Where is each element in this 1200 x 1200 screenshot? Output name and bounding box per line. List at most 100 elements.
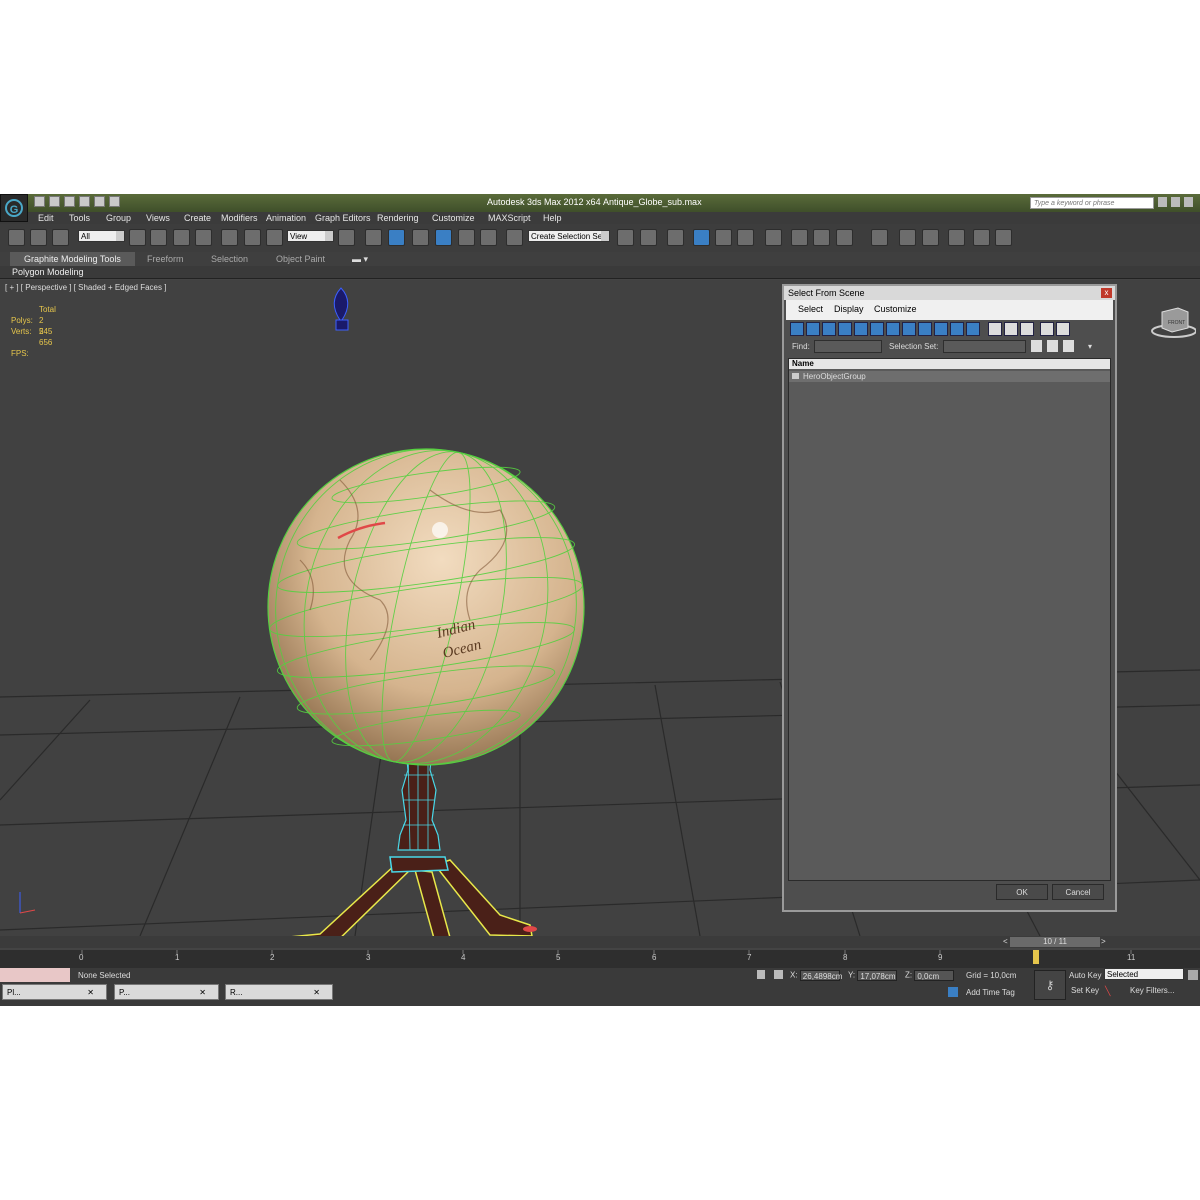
list-item[interactable]: HeroObjectGroup (789, 371, 1110, 382)
render-setup-icon[interactable] (791, 229, 808, 246)
filter-geometry-icon[interactable] (790, 322, 804, 336)
viewport-label[interactable]: [ + ] [ Perspective ] [ Shaded + Edged F… (5, 283, 166, 292)
save-icon[interactable] (64, 196, 75, 207)
key-filters-button[interactable]: Key Filters... (1130, 986, 1174, 995)
rendered-frame-window-icon[interactable] (813, 229, 830, 246)
filter-spacewarps-icon[interactable] (870, 322, 884, 336)
schematic-view-icon[interactable] (737, 229, 754, 246)
toolbar-extra-icon-5[interactable] (973, 229, 990, 246)
rectangular-selection-icon[interactable] (173, 229, 190, 246)
spinner-snap-icon[interactable] (480, 229, 497, 246)
set-key-button[interactable]: Set Key (1071, 986, 1099, 995)
menu-customize[interactable]: Customize (432, 212, 475, 224)
filter-funnel-icon[interactable] (1040, 322, 1054, 336)
dialog-close-button[interactable]: x (1101, 288, 1112, 298)
maxscript-listener[interactable] (0, 968, 70, 982)
absolute-mode-icon[interactable] (774, 970, 783, 979)
auto-key-button[interactable]: Auto Key (1069, 971, 1101, 980)
binoculars-icon[interactable] (1158, 197, 1167, 207)
render-production-icon[interactable] (836, 229, 853, 246)
pivot-center-icon[interactable] (338, 229, 355, 246)
scale-icon[interactable] (266, 229, 283, 246)
keyboard-shortcut-toggle-icon[interactable] (388, 229, 405, 246)
selection-set-dropdown[interactable] (943, 340, 1026, 353)
project-folder-icon[interactable] (109, 196, 120, 207)
mirror-icon[interactable] (617, 229, 634, 246)
help-icon[interactable] (1184, 197, 1193, 207)
ribbon-options-icon[interactable]: ▬ ▾ (352, 254, 368, 265)
filter-hidden-icon[interactable] (966, 322, 980, 336)
track-bar[interactable]: 0 1 2 3 4 5 6 7 8 9 11 (0, 950, 1200, 968)
find-input[interactable] (814, 340, 882, 353)
angle-snap-icon[interactable] (435, 229, 452, 246)
toolbar-extra-icon-2[interactable] (899, 229, 916, 246)
toolbar-extra-icon-1[interactable] (871, 229, 888, 246)
y-field[interactable]: 17,078cm (857, 970, 898, 981)
undo-icon[interactable] (79, 196, 90, 207)
move-icon[interactable] (221, 229, 238, 246)
dialog-menu-select[interactable]: Select (798, 304, 823, 314)
set-key-icon[interactable]: ⚷ (1034, 970, 1066, 1000)
reference-coordinate-dropdown[interactable]: View (287, 230, 334, 242)
filter-xrefs-icon[interactable] (902, 322, 916, 336)
redo-icon[interactable] (94, 196, 105, 207)
menu-edit[interactable]: Edit (38, 212, 54, 224)
select-object-icon[interactable] (129, 229, 146, 246)
taskbar-window-2[interactable]: P... ✕ (114, 984, 219, 1000)
menu-tools[interactable]: Tools (69, 212, 90, 224)
named-selection-set-dropdown[interactable]: Create Selection Se (528, 230, 610, 242)
time-slider[interactable]: < 10 / 11 > (0, 936, 1200, 948)
goto-start-icon[interactable] (1188, 970, 1198, 980)
display-invert-icon[interactable] (1020, 322, 1034, 336)
filter-helpers-icon[interactable] (854, 322, 868, 336)
display-none-icon[interactable] (1004, 322, 1018, 336)
window-crossing-icon[interactable] (195, 229, 212, 246)
ok-button[interactable]: OK (996, 884, 1048, 900)
tab-selection[interactable]: Selection (211, 254, 248, 264)
menu-rendering[interactable]: Rendering (377, 212, 419, 224)
selection-set-select-icon[interactable] (1063, 340, 1074, 352)
taskbar-window-3[interactable]: R... ✕ (225, 984, 333, 1000)
dialog-menu-customize[interactable]: Customize (874, 304, 917, 314)
filter-options-icon[interactable] (1056, 322, 1070, 336)
menu-animation[interactable]: Animation (266, 212, 306, 224)
time-slider-next[interactable]: > (1101, 937, 1109, 947)
select-manipulate-icon[interactable] (365, 229, 382, 246)
graphite-toggle-icon[interactable] (693, 229, 710, 246)
edit-named-selection-icon[interactable] (506, 229, 523, 246)
dialog-menu-display[interactable]: Display (834, 304, 864, 314)
x-field[interactable]: 26,4898cm (799, 970, 842, 981)
filter-bones-icon[interactable] (918, 322, 932, 336)
menu-help[interactable]: Help (543, 212, 562, 224)
percent-snap-icon[interactable] (458, 229, 475, 246)
z-field[interactable]: 0,0cm (914, 970, 955, 981)
selection-filter-dropdown[interactable]: All (78, 230, 125, 242)
tab-object-paint[interactable]: Object Paint (276, 254, 325, 264)
selection-set-add-icon[interactable] (1031, 340, 1042, 352)
select-link-icon[interactable] (8, 229, 25, 246)
panel-polygon-modeling[interactable]: Polygon Modeling (12, 267, 84, 277)
menu-group[interactable]: Group (106, 212, 131, 224)
selection-set-remove-icon[interactable] (1047, 340, 1058, 352)
curve-editor-icon[interactable] (715, 229, 732, 246)
display-all-icon[interactable] (988, 322, 1002, 336)
menu-maxscript[interactable]: MAXScript (488, 212, 531, 224)
tab-freeform[interactable]: Freeform (147, 254, 184, 264)
key-filter-icon[interactable]: ╲ (1105, 986, 1119, 996)
rotate-icon[interactable] (244, 229, 261, 246)
star-icon[interactable] (1171, 197, 1180, 207)
close-icon[interactable]: ✕ (313, 985, 320, 1000)
add-time-tag[interactable]: Add Time Tag (966, 988, 1015, 997)
key-mode-dropdown[interactable]: Selected (1104, 968, 1184, 980)
toolbar-extra-icon-6[interactable] (995, 229, 1012, 246)
new-icon[interactable] (34, 196, 45, 207)
close-icon[interactable]: ✕ (87, 985, 94, 1000)
column-header-name[interactable]: Name (789, 359, 1110, 369)
cancel-button[interactable]: Cancel (1052, 884, 1104, 900)
scene-object-list[interactable]: Name HeroObjectGroup (788, 358, 1111, 881)
material-editor-icon[interactable] (765, 229, 782, 246)
search-input[interactable]: Type a keyword or phrase (1030, 197, 1154, 209)
open-icon[interactable] (49, 196, 60, 207)
layer-manager-icon[interactable] (667, 229, 684, 246)
taskbar-window-1[interactable]: Pl... ✕ (2, 984, 107, 1000)
